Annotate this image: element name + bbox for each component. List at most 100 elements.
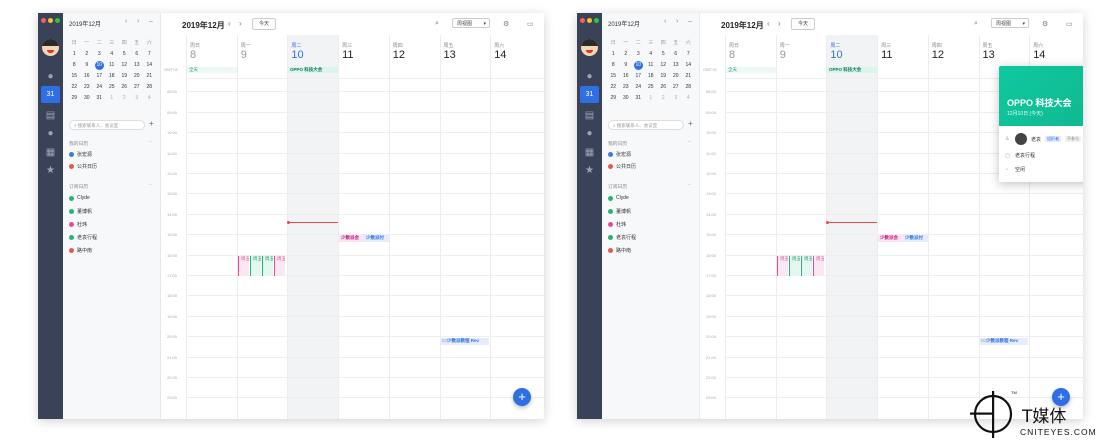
gear-icon[interactable]: ⚙ [503, 20, 509, 28]
day-column[interactable]: 周一 9 [236, 35, 288, 419]
mini-day[interactable]: 24 [632, 82, 645, 93]
calendar-item[interactable]: Clyde [69, 195, 90, 201]
calendar-item[interactable]: 老袁行程 [69, 234, 97, 241]
mini-day[interactable]: 25 [106, 82, 119, 93]
mini-day[interactable]: 29 [607, 93, 620, 104]
event-block[interactable]: 周五 [789, 256, 800, 276]
mini-day[interactable]: 5 [118, 49, 131, 60]
mini-day[interactable]: 21 [682, 71, 695, 82]
event-block[interactable]: 少数派会 [339, 235, 364, 242]
day-column[interactable]: 周六 14 [490, 35, 541, 419]
doc-icon[interactable]: ▤ [45, 110, 56, 121]
today-button[interactable]: 今天 [791, 18, 815, 30]
chevron-right-icon[interactable]: › [137, 18, 139, 25]
calendar-item[interactable]: 张宏源 [608, 151, 631, 158]
mini-day[interactable]: 29 [68, 93, 81, 104]
event-block[interactable]: 周五 [262, 256, 273, 276]
prev-week-icon[interactable]: ‹ [228, 19, 231, 28]
calendar-item[interactable]: 路中南 [69, 247, 92, 254]
mini-day[interactable]: 1 [645, 93, 658, 104]
calendar-item[interactable]: 路中南 [608, 247, 631, 254]
mini-day[interactable]: 28 [682, 82, 695, 93]
event-block[interactable]: 少数派付 [903, 235, 928, 242]
event-detail-popup[interactable]: ✕ OPPO 科技大会 12月10日 (今天) ♙ 老袁 组织者 不参与 ▢ 老… [999, 66, 1083, 182]
prev-week-icon[interactable]: ‹ [767, 19, 770, 28]
event-block[interactable]: 少数派付 [364, 235, 389, 242]
close-dot-icon[interactable] [580, 18, 585, 23]
mini-day[interactable]: 18 [106, 71, 119, 82]
calendar-item[interactable]: 董博帆 [69, 208, 92, 215]
avatar[interactable] [1015, 133, 1027, 145]
chevron-right-icon[interactable]: › [676, 18, 678, 25]
day-column[interactable]: 周五 13 [439, 35, 491, 419]
mini-day[interactable]: 28 [143, 82, 156, 93]
export-icon[interactable]: ▭ [1066, 20, 1073, 28]
mini-day[interactable]: 19 [657, 71, 670, 82]
mini-day[interactable]: 26 [657, 82, 670, 93]
mini-day[interactable]: 2 [657, 93, 670, 104]
subscribed-calendars-header[interactable]: 订阅日历 – [608, 183, 691, 190]
mini-day[interactable]: 15 [68, 71, 81, 82]
contacts-icon[interactable]: ● [45, 128, 56, 139]
mini-day[interactable]: 7 [682, 49, 695, 60]
mini-day[interactable]: 8 [68, 60, 81, 71]
mini-day[interactable]: 21 [143, 71, 156, 82]
mini-day[interactable]: 14 [143, 60, 156, 71]
star-icon[interactable]: ★ [45, 165, 56, 176]
day-column[interactable]: 周四 12 [388, 35, 440, 419]
export-icon[interactable]: ▭ [527, 20, 534, 28]
search-input[interactable]: ⌕ 搜索联系人、会议室 [69, 120, 145, 130]
mini-day[interactable]: 3 [632, 49, 645, 60]
search-icon[interactable]: ⌕ [974, 20, 978, 28]
add-calendar-icon[interactable]: + [688, 119, 693, 128]
mini-day[interactable]: 27 [670, 82, 683, 93]
day-column[interactable]: 周三 11 [338, 35, 389, 419]
calendar-item[interactable]: 杜玮 [608, 221, 626, 228]
calendar-item[interactable]: 老袁行程 [608, 234, 636, 241]
mini-day[interactable]: 17 [93, 71, 106, 82]
collapse-icon[interactable]: – [149, 18, 153, 25]
chat-icon[interactable]: ● [584, 71, 595, 82]
event-block[interactable]: 周五 [777, 256, 788, 276]
mini-day[interactable]: 12 [657, 60, 670, 71]
mini-day[interactable]: 9 [620, 60, 633, 71]
mini-day[interactable]: 19 [118, 71, 131, 82]
mini-day[interactable]: 1 [68, 49, 81, 60]
mini-day[interactable]: 26 [118, 82, 131, 93]
mini-day[interactable]: 4 [682, 93, 695, 104]
mini-day[interactable]: 14 [682, 60, 695, 71]
mini-day[interactable]: 3 [670, 93, 683, 104]
calendar-item[interactable]: 杜玮 [69, 221, 87, 228]
next-week-icon[interactable]: › [239, 19, 242, 28]
maximize-dot-icon[interactable] [594, 18, 599, 23]
mini-day[interactable]: 2 [620, 49, 633, 60]
star-icon[interactable]: ★ [584, 165, 595, 176]
event-block[interactable]: 00少数派教程 Rev [979, 338, 1028, 345]
mini-day[interactable]: 11 [645, 60, 658, 71]
mini-day[interactable]: 16 [620, 71, 633, 82]
calendar-icon[interactable]: 31 [41, 86, 60, 103]
event-block[interactable]: 少数派会 [878, 235, 903, 242]
mini-day[interactable]: 20 [131, 71, 144, 82]
add-event-button[interactable]: + [513, 388, 531, 406]
apps-icon[interactable]: ▦ [45, 147, 56, 158]
gear-icon[interactable]: ⚙ [1042, 20, 1048, 28]
contacts-icon[interactable]: ● [584, 128, 595, 139]
minimize-dot-icon[interactable] [587, 18, 592, 23]
mini-day[interactable]: 20 [670, 71, 683, 82]
mini-day[interactable]: 4 [143, 93, 156, 104]
mini-day[interactable]: 6 [670, 49, 683, 60]
calendar-item[interactable]: 公共日历 [69, 163, 97, 170]
mini-day[interactable]: 8 [607, 60, 620, 71]
mini-day[interactable]: 3 [131, 93, 144, 104]
calendar-item[interactable]: 董博帆 [608, 208, 631, 215]
add-calendar-icon[interactable]: + [149, 119, 154, 128]
mini-day[interactable]: 2 [81, 49, 94, 60]
event-block[interactable]: 周五 [238, 256, 249, 276]
allday-event[interactable]: OPPO 科技大会 [288, 67, 338, 73]
mini-day[interactable]: 9 [81, 60, 94, 71]
mini-day[interactable]: 25 [645, 82, 658, 93]
avatar[interactable] [42, 39, 59, 56]
mini-day[interactable]: 30 [620, 93, 633, 104]
apps-icon[interactable]: ▦ [584, 147, 595, 158]
